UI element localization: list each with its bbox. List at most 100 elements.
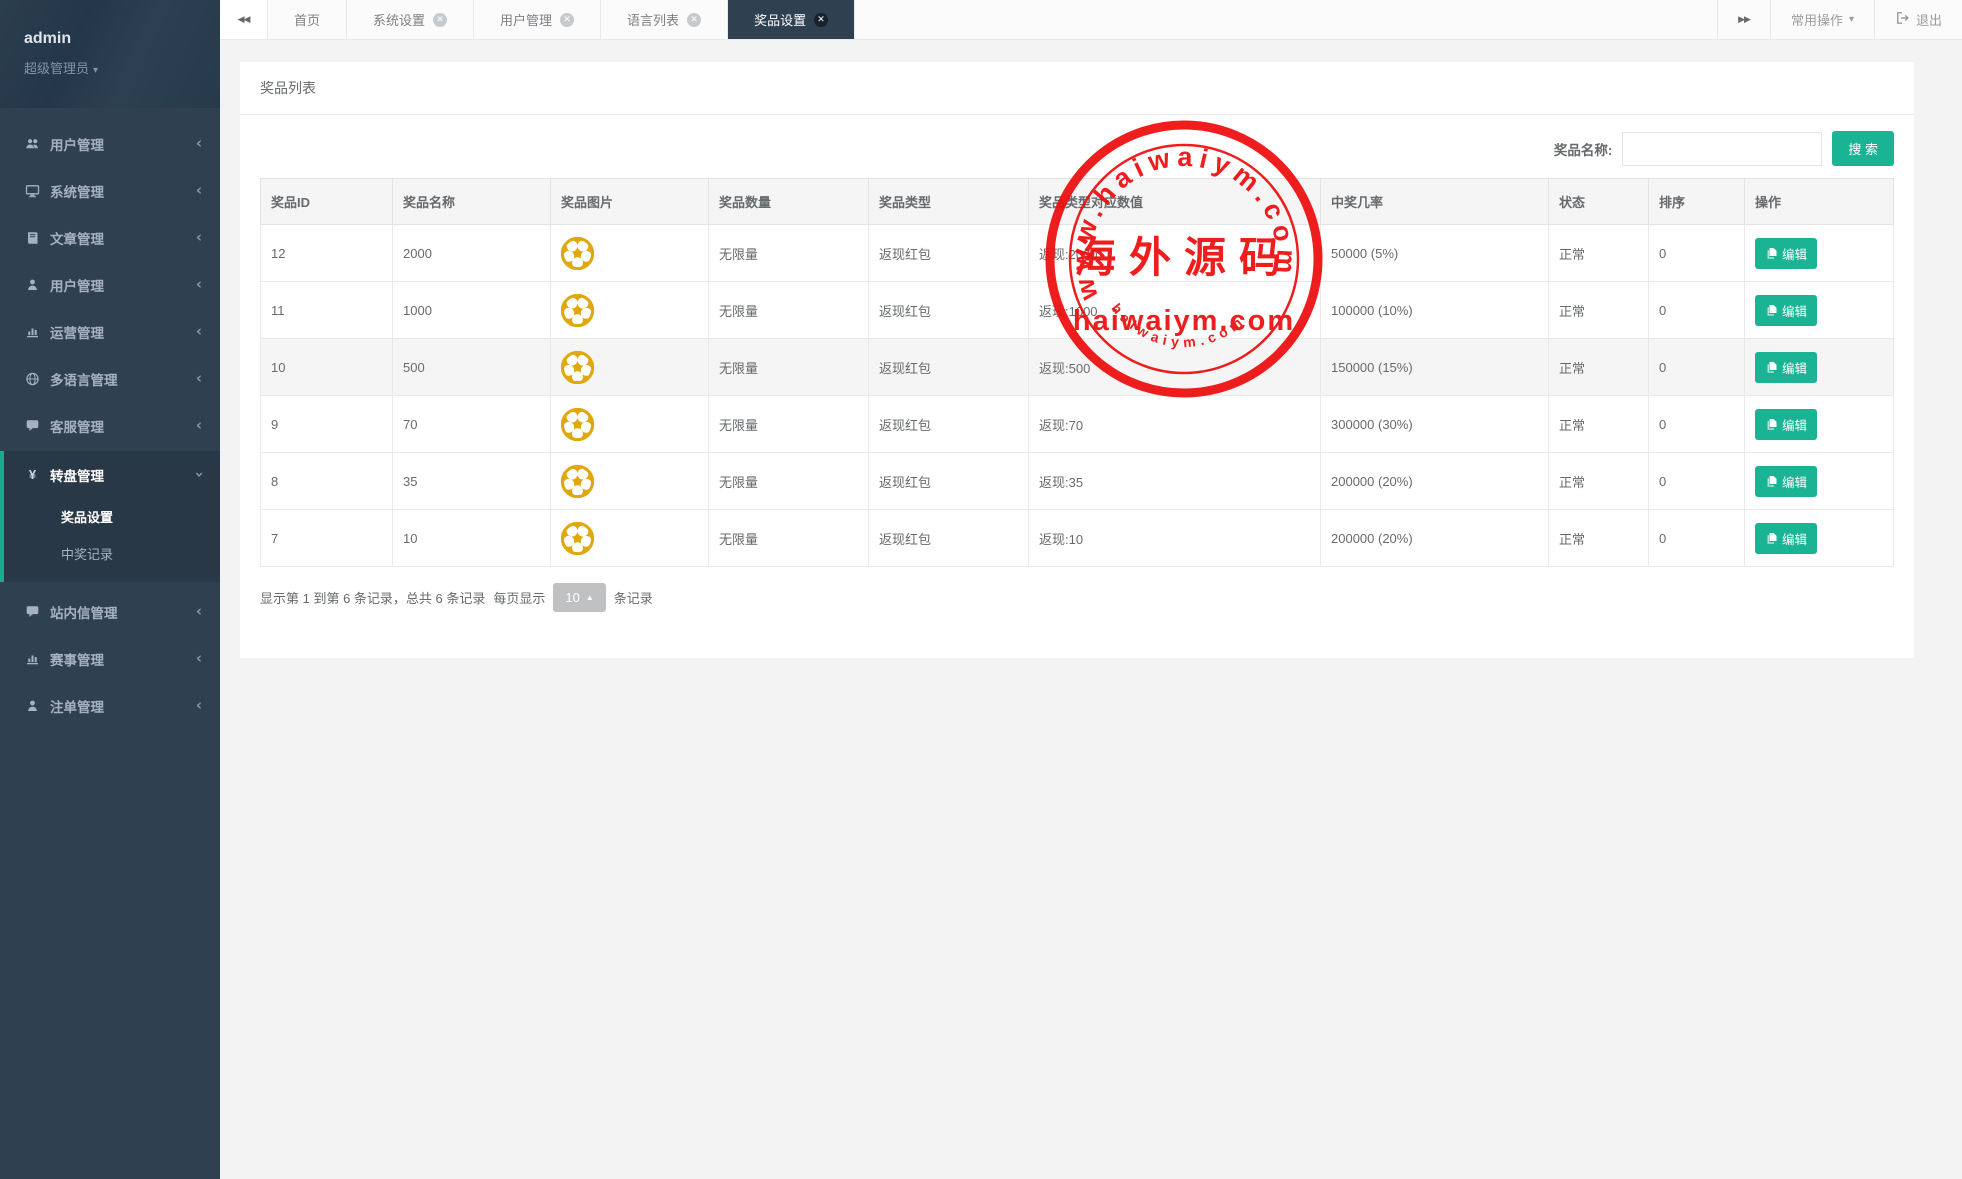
tabs: 首页 系统设置 ✕ 用户管理 ✕ 语言列表 ✕ 奖品设置 ✕ [268,0,855,39]
cell-probability: 300000 (30%) [1321,396,1549,453]
cell-status: 正常 [1549,339,1649,396]
bar-chart-icon [24,652,41,666]
users-icon [24,137,41,151]
sidebar-item-customer-service[interactable]: 客服管理 ‹ [0,402,220,449]
sidebar-item-system-management[interactable]: 系统管理 ‹ [0,167,220,214]
col-header-sort: 排序 [1649,179,1745,225]
cell-type-value: 返现:2000 [1029,225,1321,282]
caret-down-icon: ▾ [93,65,98,76]
close-tab-icon[interactable]: ✕ [433,13,447,27]
cell-status: 正常 [1549,225,1649,282]
logout-button[interactable]: 退出 [1874,0,1962,39]
tabs-scroll-left-button[interactable]: ◀◀ [220,0,268,39]
copy-edit-icon [1765,247,1777,260]
close-tab-icon[interactable]: ✕ [687,13,701,27]
globe-icon [24,372,41,386]
sidebar-item-match-management[interactable]: 赛事管理 ‹ [0,635,220,682]
cell-actions: 编辑 [1745,339,1894,396]
user-icon [24,278,41,292]
profile-username: admin [24,30,220,48]
cell-sort: 0 [1649,510,1745,567]
profile-role-label: 超级管理员 [24,61,89,76]
cell-type-value: 返现:70 [1029,396,1321,453]
cell-type-value: 返现:10 [1029,510,1321,567]
football-icon [561,351,698,384]
tabs-scroll-right-button[interactable]: ▶▶ [1717,0,1770,39]
page-size-dropdown[interactable]: 10 ▲ [553,583,605,612]
sidebar-item-wheel-management[interactable]: ¥ 转盘管理 ‹ [4,451,220,498]
tab-language-list[interactable]: 语言列表 ✕ [601,0,728,39]
cell-prize-type: 返现红包 [869,339,1029,396]
chevron-left-icon: ‹ [196,277,202,292]
cell-actions: 编辑 [1745,282,1894,339]
chevron-left-icon: ‹ [196,418,202,433]
sidebar-item-prize-settings[interactable]: 奖品设置 [4,498,220,535]
per-page-suffix: 条记录 [614,588,653,607]
chevron-left-icon: ‹ [196,698,202,713]
close-tab-icon[interactable]: ✕ [560,13,574,27]
edit-button[interactable]: 编辑 [1755,466,1817,497]
pagination-footer: 显示第 1 到第 6 条记录，总共 6 条记录 每页显示 10 ▲ 条记录 [260,583,1894,612]
sidebar-item-language-management[interactable]: 多语言管理 ‹ [0,355,220,402]
sidebar-item-bet-order-management[interactable]: 注单管理 ‹ [0,682,220,729]
cell-status: 正常 [1549,510,1649,567]
close-tab-icon[interactable]: ✕ [814,13,828,27]
cell-probability: 200000 (20%) [1321,510,1549,567]
quick-operations-dropdown[interactable]: 常用操作▾ [1770,0,1874,39]
football-icon [561,237,698,270]
table-row: 10 500 [261,339,1894,396]
sidebar-item-article-management[interactable]: 文章管理 ‹ [0,214,220,261]
cell-prize-id: 7 [261,510,393,567]
prize-name-input[interactable] [1622,132,1822,166]
panel-title: 奖品列表 [240,62,1914,115]
edit-button[interactable]: 编辑 [1755,238,1817,269]
copy-edit-icon [1765,475,1777,488]
cell-prize-type: 返现红包 [869,225,1029,282]
table-row: 11 1000 [261,282,1894,339]
cell-sort: 0 [1649,396,1745,453]
edit-button[interactable]: 编辑 [1755,352,1817,383]
tab-home[interactable]: 首页 [268,0,347,39]
cell-prize-name: 35 [393,453,551,510]
sidebar-item-user-management-2[interactable]: 用户管理 ‹ [0,261,220,308]
content-area: 奖品列表 奖品名称: 搜 索 奖品ID 奖品名称 奖品图片 奖品数量 [220,40,1962,1179]
table-row: 7 10 [261,510,1894,567]
cell-prize-name: 70 [393,396,551,453]
col-header-prize-image: 奖品图片 [551,179,709,225]
search-button[interactable]: 搜 索 [1832,131,1894,166]
cell-sort: 0 [1649,225,1745,282]
sidebar-item-operation-management[interactable]: 运营管理 ‹ [0,308,220,355]
cell-actions: 编辑 [1745,453,1894,510]
desktop-icon [24,184,41,198]
per-page-prefix: 每页显示 [493,588,545,607]
yen-icon: ¥ [24,467,41,482]
football-icon [561,408,698,441]
comment-icon [24,419,41,433]
cell-prize-quantity: 无限量 [709,510,869,567]
sidebar-item-win-records[interactable]: 中奖记录 [4,535,220,572]
cell-probability: 50000 (5%) [1321,225,1549,282]
edit-button[interactable]: 编辑 [1755,295,1817,326]
sidebar-group-wheel-management: ¥ 转盘管理 ‹ 奖品设置 中奖记录 [0,451,220,582]
cell-prize-image [551,453,709,510]
cell-prize-image [551,396,709,453]
cell-prize-id: 11 [261,282,393,339]
chevron-left-icon: ‹ [196,136,202,151]
edit-button[interactable]: 编辑 [1755,523,1817,554]
profile-role-dropdown[interactable]: 超级管理员 ▾ [24,58,220,77]
cell-sort: 0 [1649,282,1745,339]
cell-prize-type: 返现红包 [869,396,1029,453]
col-header-prize-id: 奖品ID [261,179,393,225]
cell-prize-image [551,282,709,339]
cell-prize-id: 9 [261,396,393,453]
sidebar-nav: 用户管理 ‹ 系统管理 ‹ 文章管理 ‹ 用户管理 ‹ [0,108,220,729]
tab-user-management[interactable]: 用户管理 ✕ [474,0,601,39]
copy-edit-icon [1765,361,1777,374]
sidebar-item-site-message-management[interactable]: 站内信管理 ‹ [0,588,220,635]
cell-sort: 0 [1649,453,1745,510]
search-row: 奖品名称: 搜 索 [240,115,1914,178]
tab-prize-settings[interactable]: 奖品设置 ✕ [728,0,855,39]
tab-system-settings[interactable]: 系统设置 ✕ [347,0,474,39]
edit-button[interactable]: 编辑 [1755,409,1817,440]
sidebar-item-user-management[interactable]: 用户管理 ‹ [0,120,220,167]
